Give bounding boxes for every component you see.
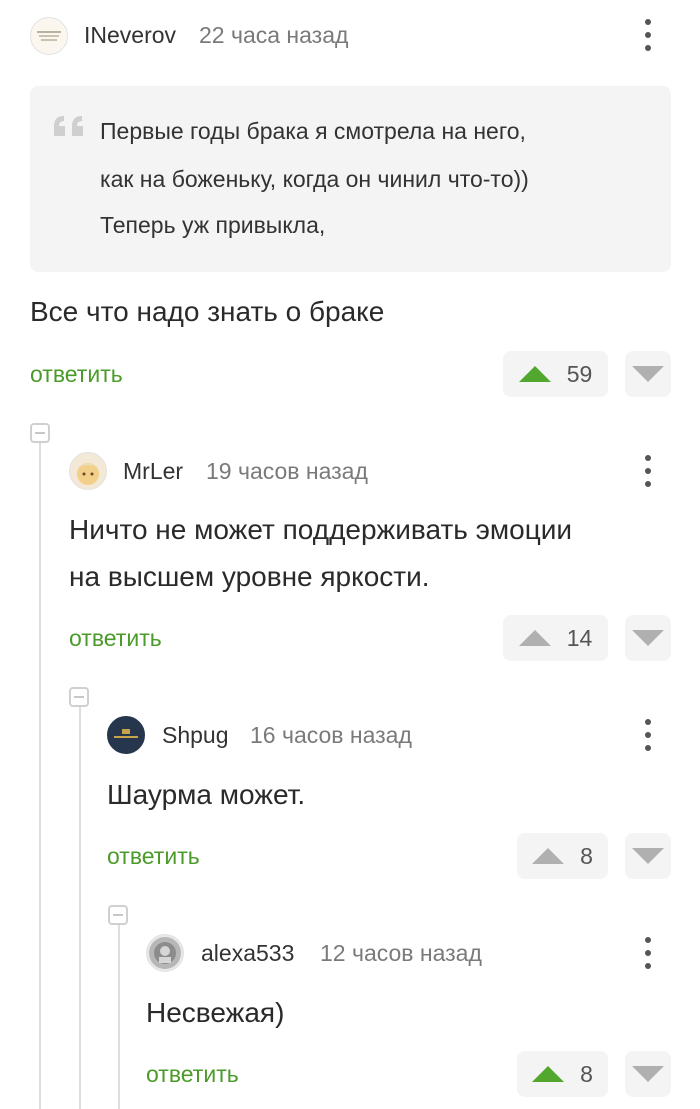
avatar[interactable] bbox=[107, 716, 145, 754]
upvote-button[interactable]: 59 bbox=[503, 351, 608, 397]
avatar-image bbox=[149, 937, 181, 969]
quote-line: Первые годы брака я смотрела на него, bbox=[100, 118, 526, 144]
thread-line-level-2 bbox=[79, 707, 81, 1109]
username[interactable]: Shpug bbox=[162, 722, 229, 749]
reply-button[interactable]: ответить bbox=[30, 361, 123, 388]
upvote-arrow-icon bbox=[518, 630, 551, 646]
collapse-thread-icon[interactable] bbox=[69, 687, 89, 707]
thread-line-level-3 bbox=[118, 925, 120, 1109]
quote-line: как на боженьку, когда он чинил что-то)) bbox=[100, 166, 529, 192]
downvote-arrow-icon bbox=[632, 1066, 664, 1082]
avatar-image bbox=[77, 463, 99, 485]
timestamp: 22 часа назад bbox=[199, 22, 349, 48]
quote-line: Теперь уж привыкла, bbox=[100, 212, 326, 238]
kebab-menu-icon[interactable] bbox=[636, 717, 660, 753]
upvote-arrow-icon bbox=[532, 848, 565, 864]
downvote-button[interactable] bbox=[625, 351, 671, 397]
comment-text: Ничто не может поддерживать эмоции bbox=[69, 514, 573, 545]
comment-text: Шаурма может. bbox=[107, 779, 306, 810]
avatar-image bbox=[114, 729, 138, 738]
collapse-thread-icon[interactable] bbox=[108, 905, 128, 925]
reply-button[interactable]: ответить bbox=[107, 843, 200, 870]
vote-count: 8 bbox=[580, 842, 593, 869]
timestamp: 16 часов назад bbox=[250, 722, 412, 748]
avatar[interactable] bbox=[69, 452, 107, 490]
avatar-image bbox=[37, 31, 61, 41]
kebab-menu-icon[interactable] bbox=[636, 935, 660, 971]
comment-text: Несвежая) bbox=[146, 997, 285, 1028]
upvote-button[interactable]: 8 bbox=[517, 833, 608, 879]
upvote-arrow-icon bbox=[532, 1066, 565, 1082]
upvote-button[interactable]: 8 bbox=[517, 1051, 608, 1097]
quote-icon bbox=[52, 114, 88, 138]
downvote-arrow-icon bbox=[632, 848, 664, 864]
thread-line-level-1 bbox=[39, 443, 41, 1109]
comment-text: Все что надо знать о браке bbox=[30, 296, 385, 327]
kebab-menu-icon[interactable] bbox=[636, 453, 660, 489]
username[interactable]: alexa533 bbox=[201, 940, 294, 967]
upvote-arrow-icon bbox=[518, 366, 551, 382]
vote-count: 59 bbox=[566, 360, 593, 387]
timestamp: 12 часов назад bbox=[320, 940, 482, 966]
timestamp: 19 часов назад bbox=[206, 458, 368, 484]
downvote-button[interactable] bbox=[625, 1051, 671, 1097]
vote-count: 14 bbox=[566, 624, 593, 651]
downvote-arrow-icon bbox=[632, 630, 664, 646]
username[interactable]: MrLer bbox=[123, 458, 183, 485]
username[interactable]: INeverov bbox=[84, 22, 176, 49]
quote-block: Первые годы брака я смотрела на него, ка… bbox=[30, 86, 671, 272]
collapse-thread-icon[interactable] bbox=[30, 423, 50, 443]
avatar[interactable] bbox=[146, 934, 184, 972]
downvote-button[interactable] bbox=[625, 615, 671, 661]
reply-button[interactable]: ответить bbox=[69, 625, 162, 652]
reply-button[interactable]: ответить bbox=[146, 1061, 239, 1088]
avatar[interactable] bbox=[30, 17, 68, 55]
kebab-menu-icon[interactable] bbox=[636, 17, 660, 53]
vote-count: 8 bbox=[580, 1060, 593, 1087]
downvote-arrow-icon bbox=[632, 366, 664, 382]
upvote-button[interactable]: 14 bbox=[503, 615, 608, 661]
downvote-button[interactable] bbox=[625, 833, 671, 879]
comment-text: на высшем уровне яркости. bbox=[69, 561, 430, 592]
